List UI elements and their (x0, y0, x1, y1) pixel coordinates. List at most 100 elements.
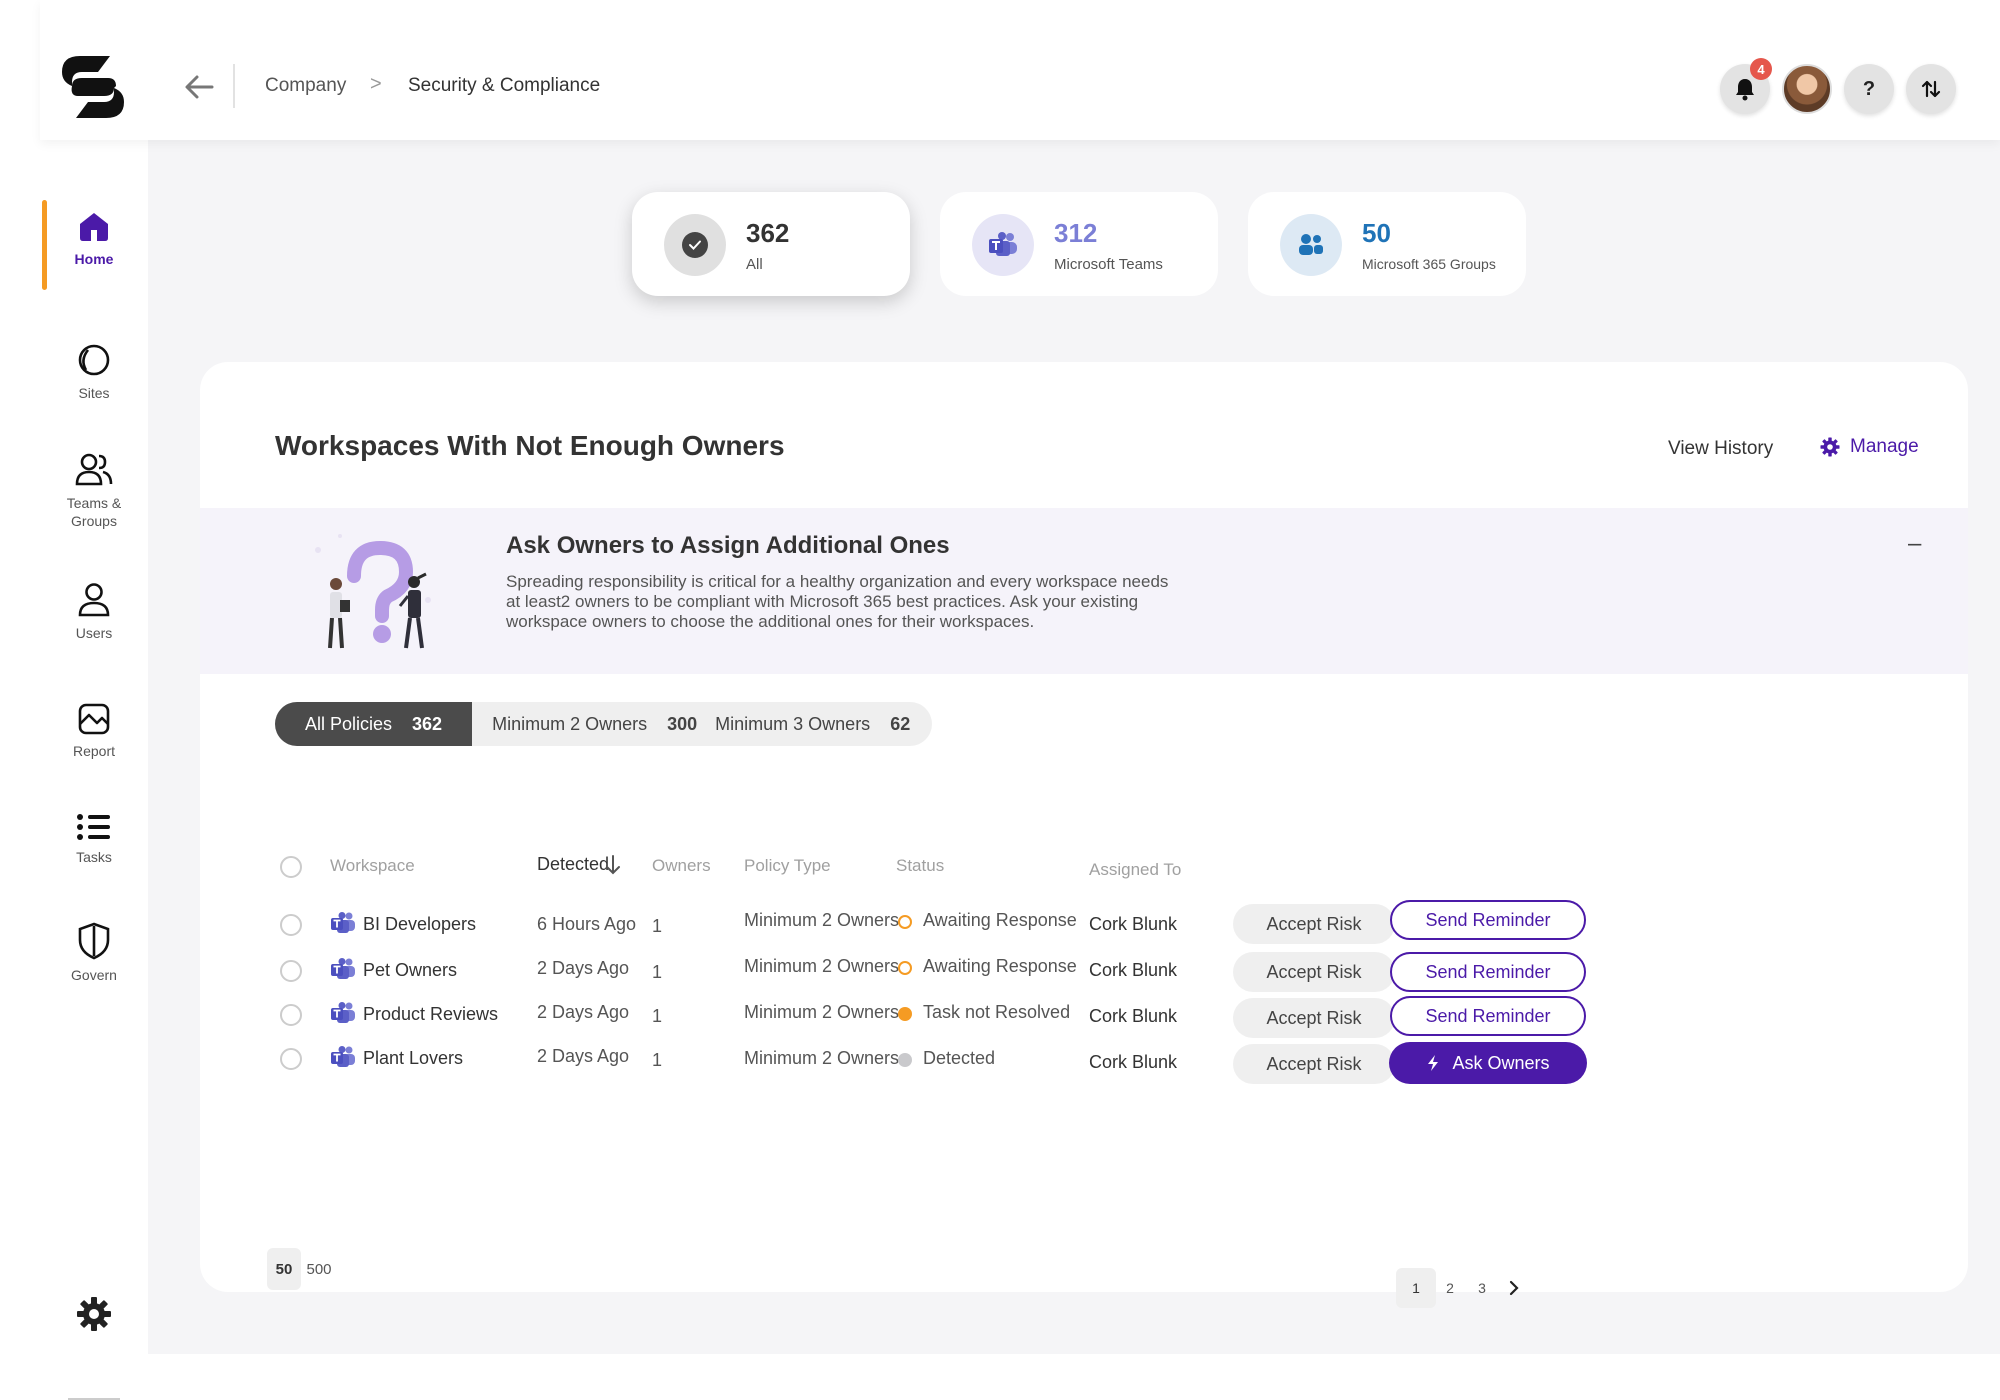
assigned-to: Cork Blunk (1089, 914, 1178, 934)
send-reminder-button[interactable]: Send Reminder (1390, 900, 1586, 940)
policy-type: Minimum 2 Owners (744, 1048, 900, 1068)
sort-down-icon[interactable] (604, 854, 622, 876)
notifications-button[interactable]: 4 (1720, 58, 1772, 114)
microsoft-teams-icon (331, 1046, 355, 1067)
stat-card-groups[interactable]: 50 Microsoft 365 Groups (1248, 192, 1526, 296)
row-checkbox[interactable] (280, 1004, 302, 1026)
manage-button[interactable]: Manage (1820, 436, 1919, 458)
filter-all-policies[interactable]: All Policies 362 (275, 702, 473, 746)
sidebar-item-users[interactable]: Users (40, 582, 148, 642)
policy-filter: All Policies 362 Minimum 2 Owners 300 Mi… (275, 702, 933, 746)
notification-badge: 4 (1750, 58, 1772, 80)
assigned-to: Cork Blunk (1089, 1052, 1178, 1072)
owners-count: 1 (652, 1006, 663, 1026)
filter-count: 300 (667, 713, 698, 734)
chevron-right-icon (1509, 1280, 1519, 1296)
filter-min-2-owners[interactable]: Minimum 2 Owners 300 (472, 702, 715, 746)
lightning-icon (1428, 1055, 1439, 1071)
row-checkbox[interactable] (280, 960, 302, 982)
banner-title: Ask Owners to Assign Additional Ones (506, 532, 950, 559)
status-indicator (898, 1053, 912, 1067)
breadcrumb-current: Security & Compliance (408, 75, 601, 96)
sidebar-item-label: Govern (71, 967, 117, 983)
detected-time: 2 Days Ago (537, 1002, 630, 1022)
shield-icon (78, 922, 110, 960)
back-arrow-icon[interactable] (182, 72, 216, 102)
col-owners[interactable]: Owners (652, 856, 711, 876)
send-reminder-button[interactable]: Send Reminder (1390, 952, 1586, 992)
row-checkbox[interactable] (280, 914, 302, 936)
sidebar-item-label: Users (75, 625, 113, 641)
help-button[interactable]: ? (1844, 64, 1894, 114)
app: Company > Security & Compliance 4 ? Home… (0, 0, 2000, 1400)
stat-value: 312 (1054, 218, 1098, 248)
sidebar-item-label: Tasks (76, 849, 112, 865)
check-circle-icon (682, 232, 708, 258)
ask-owners-button[interactable]: Ask Owners (1389, 1042, 1587, 1084)
next-page-button[interactable] (1494, 1268, 1534, 1308)
app-logo[interactable] (62, 56, 124, 118)
collapse-button[interactable]: – (1908, 532, 1928, 556)
policy-type: Minimum 2 Owners (744, 1002, 900, 1022)
status-indicator (898, 915, 912, 929)
page-size-500[interactable]: 500 (302, 1248, 336, 1290)
sidebar-item-label: Teams & Groups (66, 495, 122, 529)
switch-button[interactable] (1906, 64, 1956, 114)
filter-min-3-owners[interactable]: Minimum 3 Owners 62 (715, 702, 932, 746)
breadcrumb-company[interactable]: Company (265, 75, 346, 97)
detected-time: 6 Hours Ago (537, 914, 637, 934)
accept-risk-button[interactable]: Accept Risk (1233, 998, 1395, 1038)
stat-value: 362 (746, 218, 790, 248)
workspace-name[interactable]: Pet Owners (363, 960, 457, 981)
sidebar-item-teams-groups[interactable]: Teams & Groups (40, 452, 148, 530)
sidebar-item-report[interactable]: Report (40, 702, 148, 760)
status-text: Detected (923, 1048, 996, 1068)
avatar[interactable] (1782, 64, 1832, 114)
col-status[interactable]: Status (896, 856, 944, 876)
policy-type: Minimum 2 Owners (744, 956, 900, 976)
policy-type: Minimum 2 Owners (744, 910, 900, 930)
view-history-link[interactable]: View History (1668, 438, 1773, 460)
col-assigned-to[interactable]: Assigned To (1089, 860, 1181, 880)
microsoft-teams-icon (331, 912, 355, 933)
groups-icon (1299, 234, 1323, 255)
question-people-illustration (315, 534, 431, 649)
workspace-name[interactable]: BI Developers (363, 914, 476, 935)
select-all-checkbox[interactable] (280, 856, 302, 878)
col-detected[interactable]: Detected (537, 854, 609, 875)
owners-count: 1 (652, 962, 663, 982)
stat-label: Microsoft Teams (1054, 256, 1163, 273)
filter-count: 62 (890, 713, 911, 734)
accept-risk-button[interactable]: Accept Risk (1233, 904, 1395, 944)
sidebar-item-sites-wrap[interactable]: Sites (40, 244, 148, 402)
page-size-50[interactable]: 50 (267, 1248, 301, 1290)
sidebar-item-label: Sites (78, 385, 110, 401)
stat-card-teams[interactable]: 312 Microsoft Teams (940, 192, 1218, 296)
workspaces-panel: Workspaces With Not Enough Owners View H… (200, 362, 1968, 1308)
stat-card-all[interactable]: 362 All (632, 192, 910, 296)
row-checkbox[interactable] (280, 1048, 302, 1070)
bell-icon (1736, 79, 1754, 101)
breadcrumb-separator: > (370, 73, 382, 95)
sidebar-item-govern[interactable]: Govern (40, 922, 148, 984)
stat-icon-groups (1280, 214, 1342, 276)
home-icon (80, 213, 108, 241)
sidebar-item-label: Report (72, 743, 116, 759)
workspace-name[interactable]: Product Reviews (363, 1004, 498, 1025)
stat-icon-teams (972, 214, 1034, 276)
status-indicator (898, 961, 912, 975)
top-bar: Company > Security & Compliance 4 ? (40, 0, 2000, 140)
stat-label: All (746, 256, 763, 273)
status-text: Task not Resolved (923, 1002, 1071, 1022)
stat-label: Microsoft 365 Groups (1362, 256, 1496, 272)
sidebar-item-tasks[interactable]: Tasks (40, 812, 148, 866)
teams-groups-icon (75, 453, 113, 486)
gear-icon[interactable] (76, 1296, 112, 1332)
col-workspace[interactable]: Workspace (330, 856, 415, 876)
accept-risk-button[interactable]: Accept Risk (1233, 1044, 1395, 1084)
workspace-name[interactable]: Plant Lovers (363, 1048, 463, 1069)
accept-risk-button[interactable]: Accept Risk (1233, 952, 1395, 992)
send-reminder-button[interactable]: Send Reminder (1390, 996, 1586, 1036)
col-policy-type[interactable]: Policy Type (744, 856, 831, 876)
owners-count: 1 (652, 1050, 663, 1070)
